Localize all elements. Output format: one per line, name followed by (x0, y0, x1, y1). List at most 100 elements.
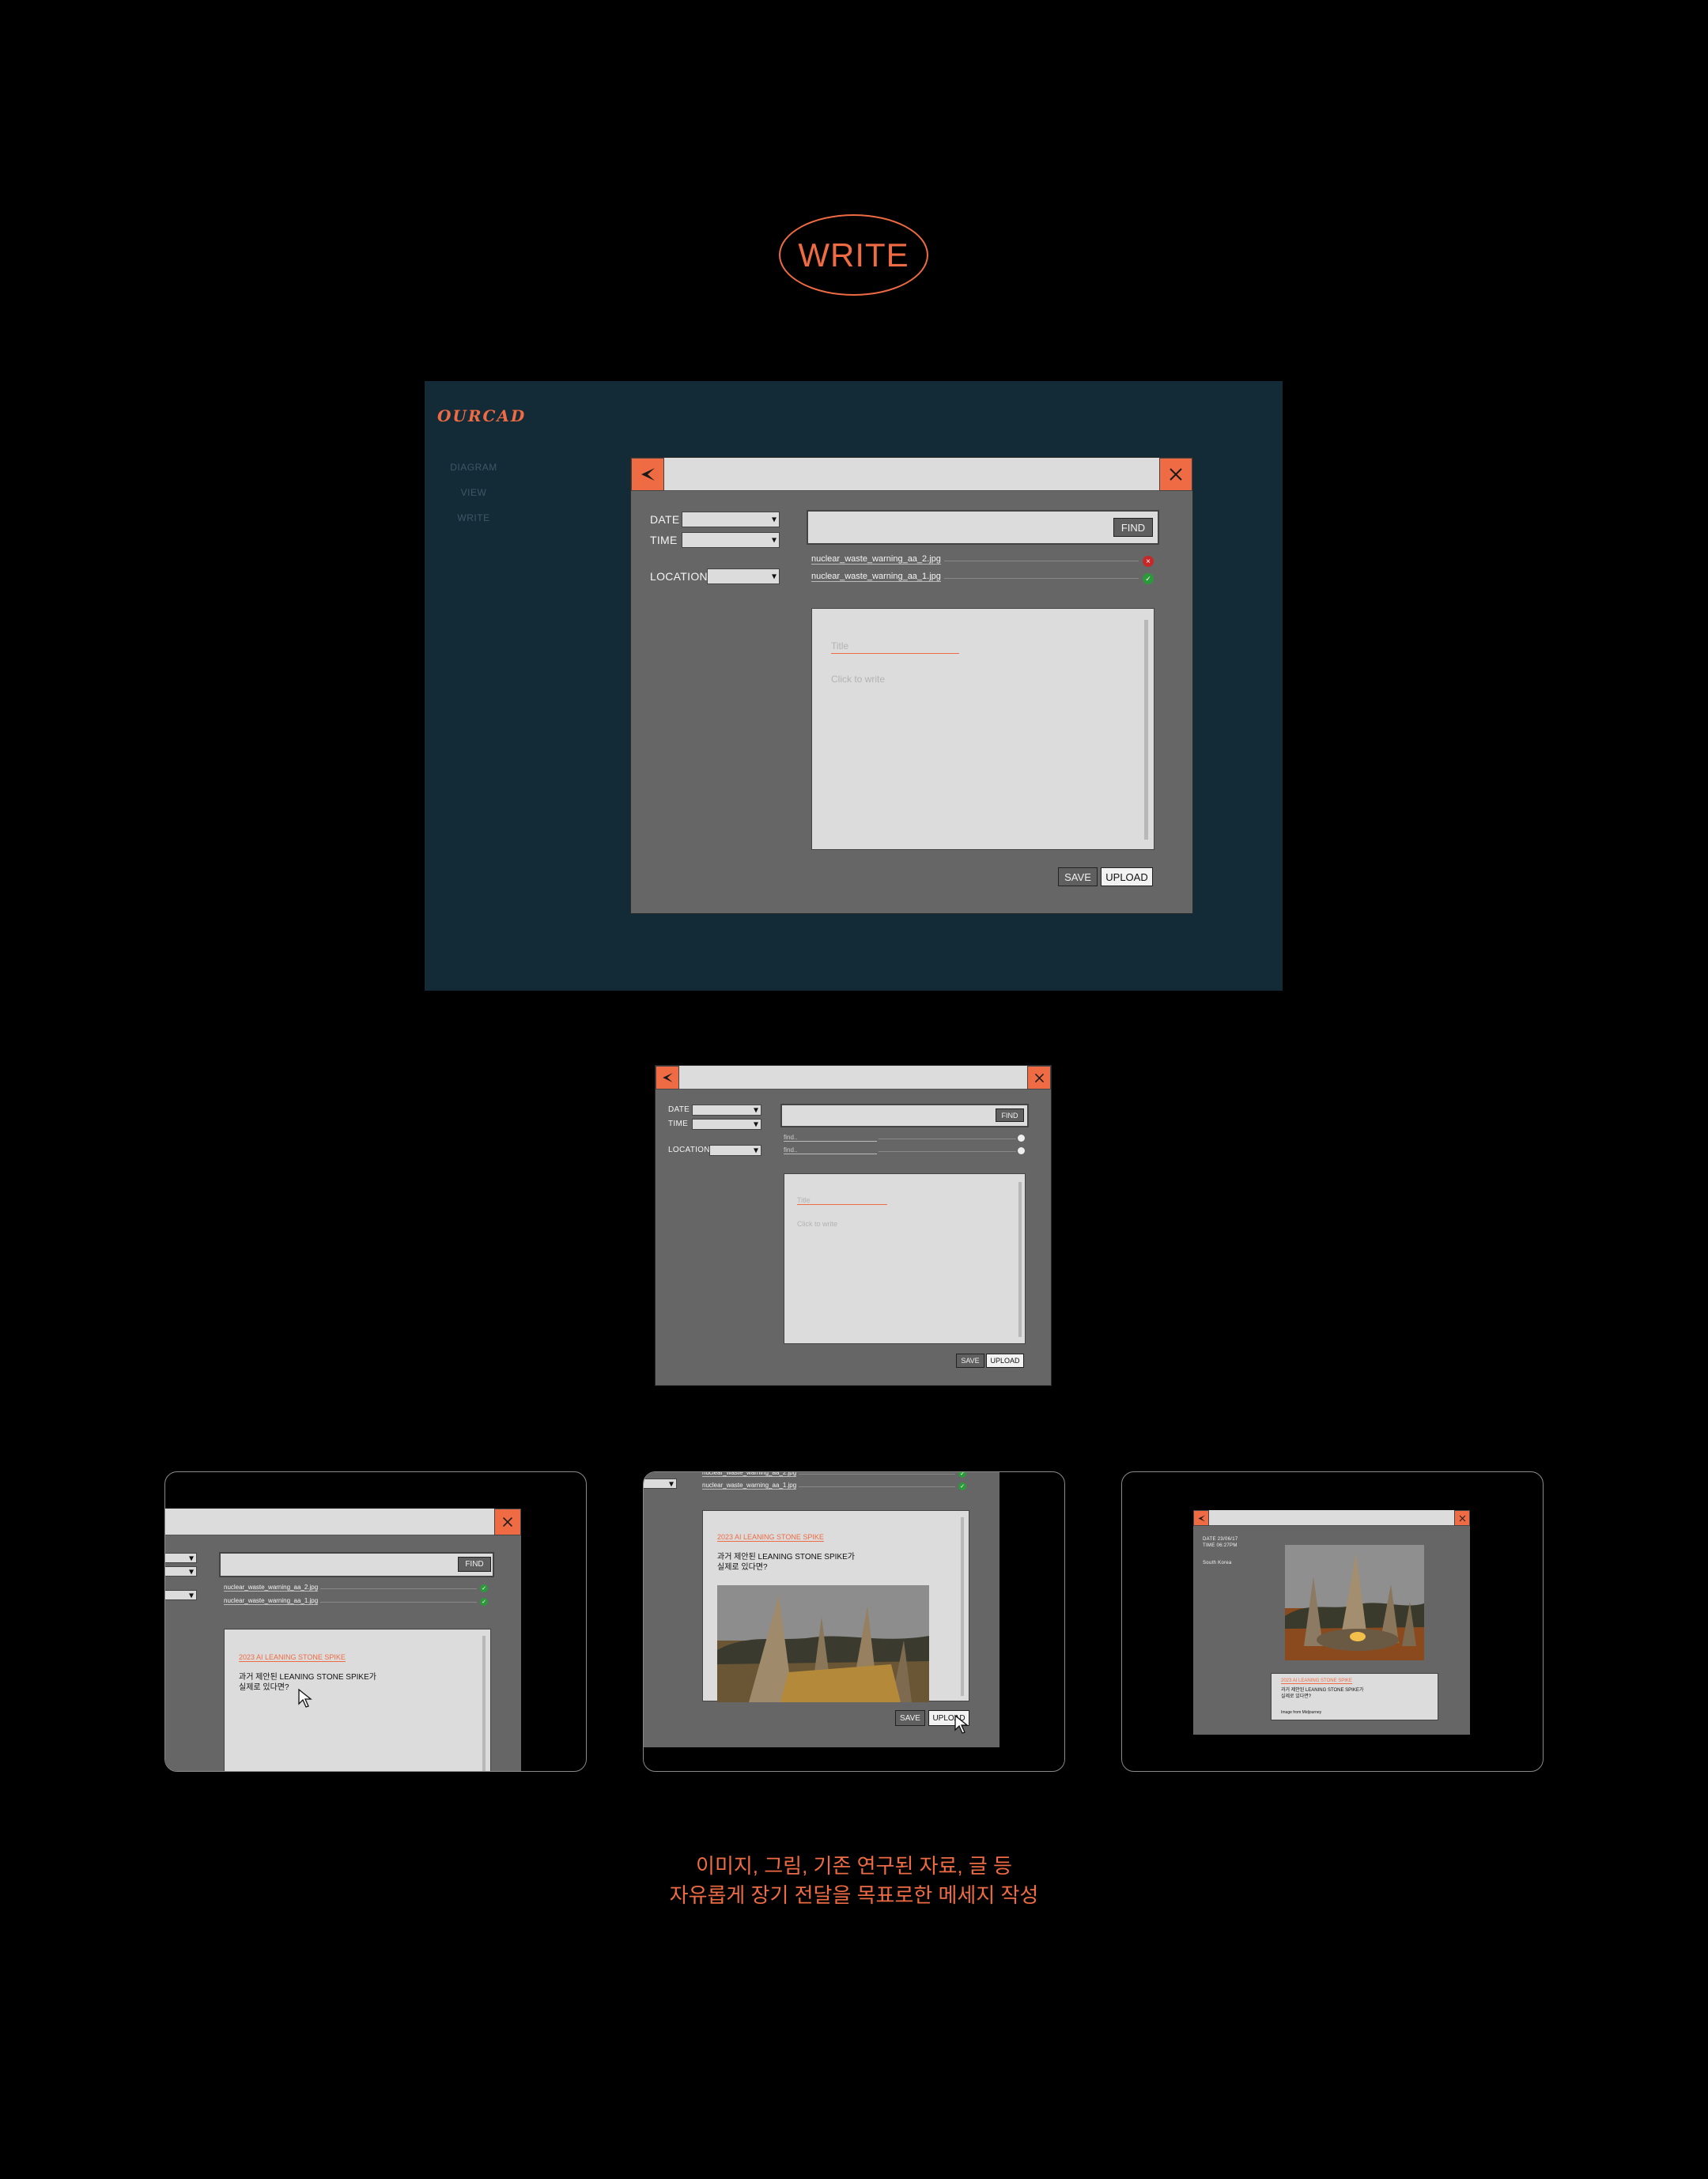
status-dot (1018, 1147, 1025, 1154)
date-select[interactable] (165, 1553, 197, 1563)
write-window-cropped: FIND nuclear_waste_warning_aa_2.jpg ✓ nu… (165, 1509, 521, 1771)
find-button[interactable]: FIND (996, 1108, 1024, 1122)
upload-button[interactable]: UPLOAD (986, 1354, 1024, 1368)
cursor-icon (298, 1688, 312, 1708)
back-arrow-icon (641, 468, 655, 481)
time-select[interactable] (165, 1566, 197, 1577)
file-search-field[interactable] (219, 1552, 494, 1577)
location-label: LOCATION (668, 1146, 710, 1154)
editor-scrollbar[interactable] (961, 1517, 964, 1696)
date-label: DATE (650, 513, 680, 526)
time-label: TIME (668, 1120, 689, 1128)
title-input[interactable]: Title (797, 1196, 887, 1205)
editor-scrollbar[interactable] (1018, 1182, 1022, 1337)
back-button[interactable] (631, 458, 664, 491)
attached-file[interactable]: nuclear_waste_warning_aa_2.jpg (702, 1472, 797, 1477)
write-window: DATE TIME LOCATION FIND nuclear_waste_wa… (630, 457, 1193, 914)
close-button[interactable] (494, 1509, 521, 1535)
close-icon (1170, 468, 1182, 481)
attached-image[interactable] (717, 1585, 929, 1702)
upload-progress-track (320, 1588, 477, 1589)
post-preview-window: DATE 23/06/17 TIME 06:27PM South Korea 2… (1193, 1510, 1470, 1735)
window-titlebar[interactable] (165, 1509, 521, 1535)
time-label: TIME (650, 534, 678, 546)
nav-view[interactable]: VIEW (450, 487, 497, 498)
post-editor[interactable]: Title Click to write (811, 608, 1154, 850)
post-date: DATE 23/06/17 (1203, 1537, 1238, 1542)
post-editor[interactable]: Title Click to write (784, 1173, 1026, 1344)
check-icon: ✓ (480, 1584, 488, 1592)
attached-file-placeholder[interactable]: find.. (784, 1134, 877, 1142)
post-editor[interactable]: 2023 AI LEANING STONE SPIKE 과거 제안된 LEANI… (702, 1510, 969, 1702)
post-card[interactable]: 2023 AI LEANING STONE SPIKE 과거 제안된 LEANI… (1271, 1673, 1438, 1720)
file-search-field[interactable] (780, 1104, 1029, 1127)
nav-write[interactable]: WRITE (450, 512, 497, 523)
post-editor[interactable]: 2023 AI LEANING STONE SPIKE 과거 제안된 LEANI… (224, 1629, 491, 1771)
close-button[interactable] (1027, 1066, 1051, 1090)
save-button[interactable]: SAVE (1058, 867, 1098, 886)
post-body: 과거 제안된 LEANING STONE SPIKE가 실제로 있다면? (1281, 1688, 1363, 1701)
step-frame-preview: DATE 23/06/17 TIME 06:27PM South Korea 2… (1121, 1471, 1544, 1772)
close-button[interactable] (1159, 458, 1192, 491)
window-titlebar[interactable] (631, 458, 1192, 491)
stone-spike-image (1285, 1545, 1424, 1660)
write-window-empty: DATE TIME LOCATION FIND find.. find.. Ti… (655, 1065, 1052, 1386)
check-icon: ✓ (1143, 573, 1154, 584)
window-titlebar[interactable] (1193, 1510, 1470, 1526)
location-select[interactable] (165, 1590, 197, 1600)
error-icon[interactable]: × (1143, 556, 1154, 567)
section-title-pill: WRITE (779, 214, 928, 296)
post-body-line: 실제로 있다면? (1281, 1694, 1312, 1699)
title-input[interactable]: Title (831, 640, 959, 654)
location-select[interactable] (644, 1478, 677, 1489)
attached-file[interactable]: nuclear_waste_warning_aa_1.jpg (811, 572, 941, 582)
save-button[interactable]: SAVE (895, 1710, 925, 1726)
app-screen: OURCAD DIAGRAM VIEW WRITE DATE TIME LOCA… (425, 381, 1283, 991)
body-input[interactable]: Click to write (831, 674, 885, 685)
body-input[interactable]: Click to write (797, 1220, 837, 1228)
write-window-cropped: nuclear_waste_warning_aa_2.jpg ✓ nuclear… (644, 1472, 999, 1747)
location-select[interactable] (709, 1145, 761, 1156)
check-icon: ✓ (480, 1598, 488, 1606)
time-select[interactable] (692, 1119, 761, 1130)
back-button[interactable] (1193, 1510, 1209, 1526)
section-title: WRITE (798, 236, 909, 274)
attached-file[interactable]: nuclear_waste_warning_aa_2.jpg (224, 1584, 319, 1592)
editor-scrollbar[interactable] (482, 1636, 486, 1771)
post-body-line: 과거 제안된 LEANING STONE SPIKE가 (1281, 1688, 1364, 1693)
status-dot (1018, 1135, 1025, 1142)
post-title: 2023 AI LEANING STONE SPIKE (1281, 1679, 1352, 1684)
post-body-line: 과거 제안된 LEANING STONE SPIKE가 (717, 1553, 855, 1562)
time-select[interactable] (682, 532, 780, 548)
step-frame-writing: FIND nuclear_waste_warning_aa_2.jpg ✓ nu… (164, 1471, 587, 1772)
back-button[interactable] (656, 1066, 679, 1090)
post-image[interactable] (1285, 1545, 1424, 1660)
step-frame-upload: nuclear_waste_warning_aa_2.jpg ✓ nuclear… (643, 1471, 1065, 1772)
post-title[interactable]: 2023 AI LEANING STONE SPIKE (717, 1533, 824, 1542)
close-button[interactable] (1454, 1510, 1470, 1526)
find-button[interactable]: FIND (458, 1557, 491, 1572)
window-titlebar[interactable] (656, 1066, 1051, 1090)
attached-file[interactable]: nuclear_waste_warning_aa_2.jpg (811, 554, 941, 565)
save-button[interactable]: SAVE (956, 1354, 984, 1368)
file-search-field[interactable] (807, 510, 1159, 545)
attached-file-placeholder[interactable]: find.. (784, 1146, 877, 1154)
find-button[interactable]: FIND (1113, 518, 1153, 537)
attached-file[interactable]: nuclear_waste_warning_aa_1.jpg (224, 1597, 319, 1605)
nav-diagram[interactable]: DIAGRAM (450, 462, 497, 473)
upload-progress-track (320, 1602, 477, 1603)
post-body[interactable]: 과거 제안된 LEANING STONE SPIKE가 실제로 있다면? (717, 1552, 855, 1573)
app-logo[interactable]: OURCAD (437, 406, 526, 425)
location-select[interactable] (707, 568, 780, 584)
date-select[interactable] (682, 512, 780, 527)
check-icon: ✓ (958, 1482, 966, 1490)
date-select[interactable] (692, 1105, 761, 1116)
upload-progress-track (944, 578, 1139, 579)
attached-file[interactable]: nuclear_waste_warning_aa_1.jpg (702, 1482, 797, 1490)
editor-scrollbar[interactable] (1144, 620, 1148, 840)
post-body-line: 과거 제안된 LEANING STONE SPIKE가 (239, 1673, 376, 1682)
post-title[interactable]: 2023 AI LEANING STONE SPIKE (239, 1653, 346, 1662)
location-label: LOCATION (650, 570, 708, 583)
upload-progress-track (799, 1474, 955, 1475)
upload-button[interactable]: UPLOAD (1101, 867, 1153, 886)
